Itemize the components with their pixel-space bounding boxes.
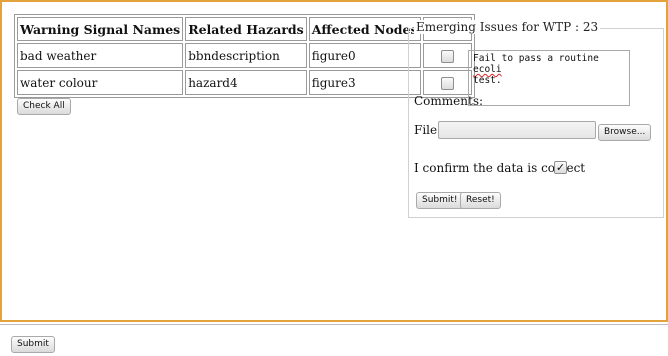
warning-signal-name: water colour <box>17 70 184 95</box>
header-warning-signal-names: Warning Signal Names <box>17 17 184 41</box>
file-path-input[interactable] <box>438 121 596 139</box>
comments-textarea[interactable]: Fail to pass a routine ecoli test. <box>468 50 630 106</box>
table-header-row: Warning Signal Names Related Hazards Aff… <box>17 17 472 41</box>
header-affected-nodes: Affected Nodes <box>308 17 421 41</box>
warning-signal-name: bad weather <box>17 43 184 68</box>
browse-button[interactable]: Browse... <box>598 124 652 141</box>
comments-text-part: Fail to pass a routine <box>473 53 605 64</box>
related-hazard: bbndescription <box>185 43 307 68</box>
emerging-issues-legend: Emerging Issues for WTP : 23 <box>414 20 601 34</box>
affected-node: figure3 <box>308 70 421 95</box>
related-hazard: hazard4 <box>185 70 307 95</box>
submit-issue-button[interactable]: Submit! <box>416 192 464 209</box>
reset-button[interactable]: Reset! <box>460 192 501 209</box>
confirm-checkbox[interactable]: ✓ <box>554 161 567 174</box>
warning-signals-table: Warning Signal Names Related Hazards Aff… <box>14 14 475 98</box>
divider <box>0 324 668 325</box>
comments-text-part: test. <box>473 75 502 86</box>
header-related-hazards: Related Hazards <box>185 17 307 41</box>
comments-misspelled-word: ecoli <box>473 64 502 75</box>
table-row: water colour hazard4 figure3 <box>17 70 472 95</box>
submit-button[interactable]: Submit <box>11 336 55 353</box>
check-all-button[interactable]: Check All <box>17 98 71 115</box>
table-row: bad weather bbndescription figure0 <box>17 43 472 68</box>
affected-node: figure0 <box>308 43 421 68</box>
